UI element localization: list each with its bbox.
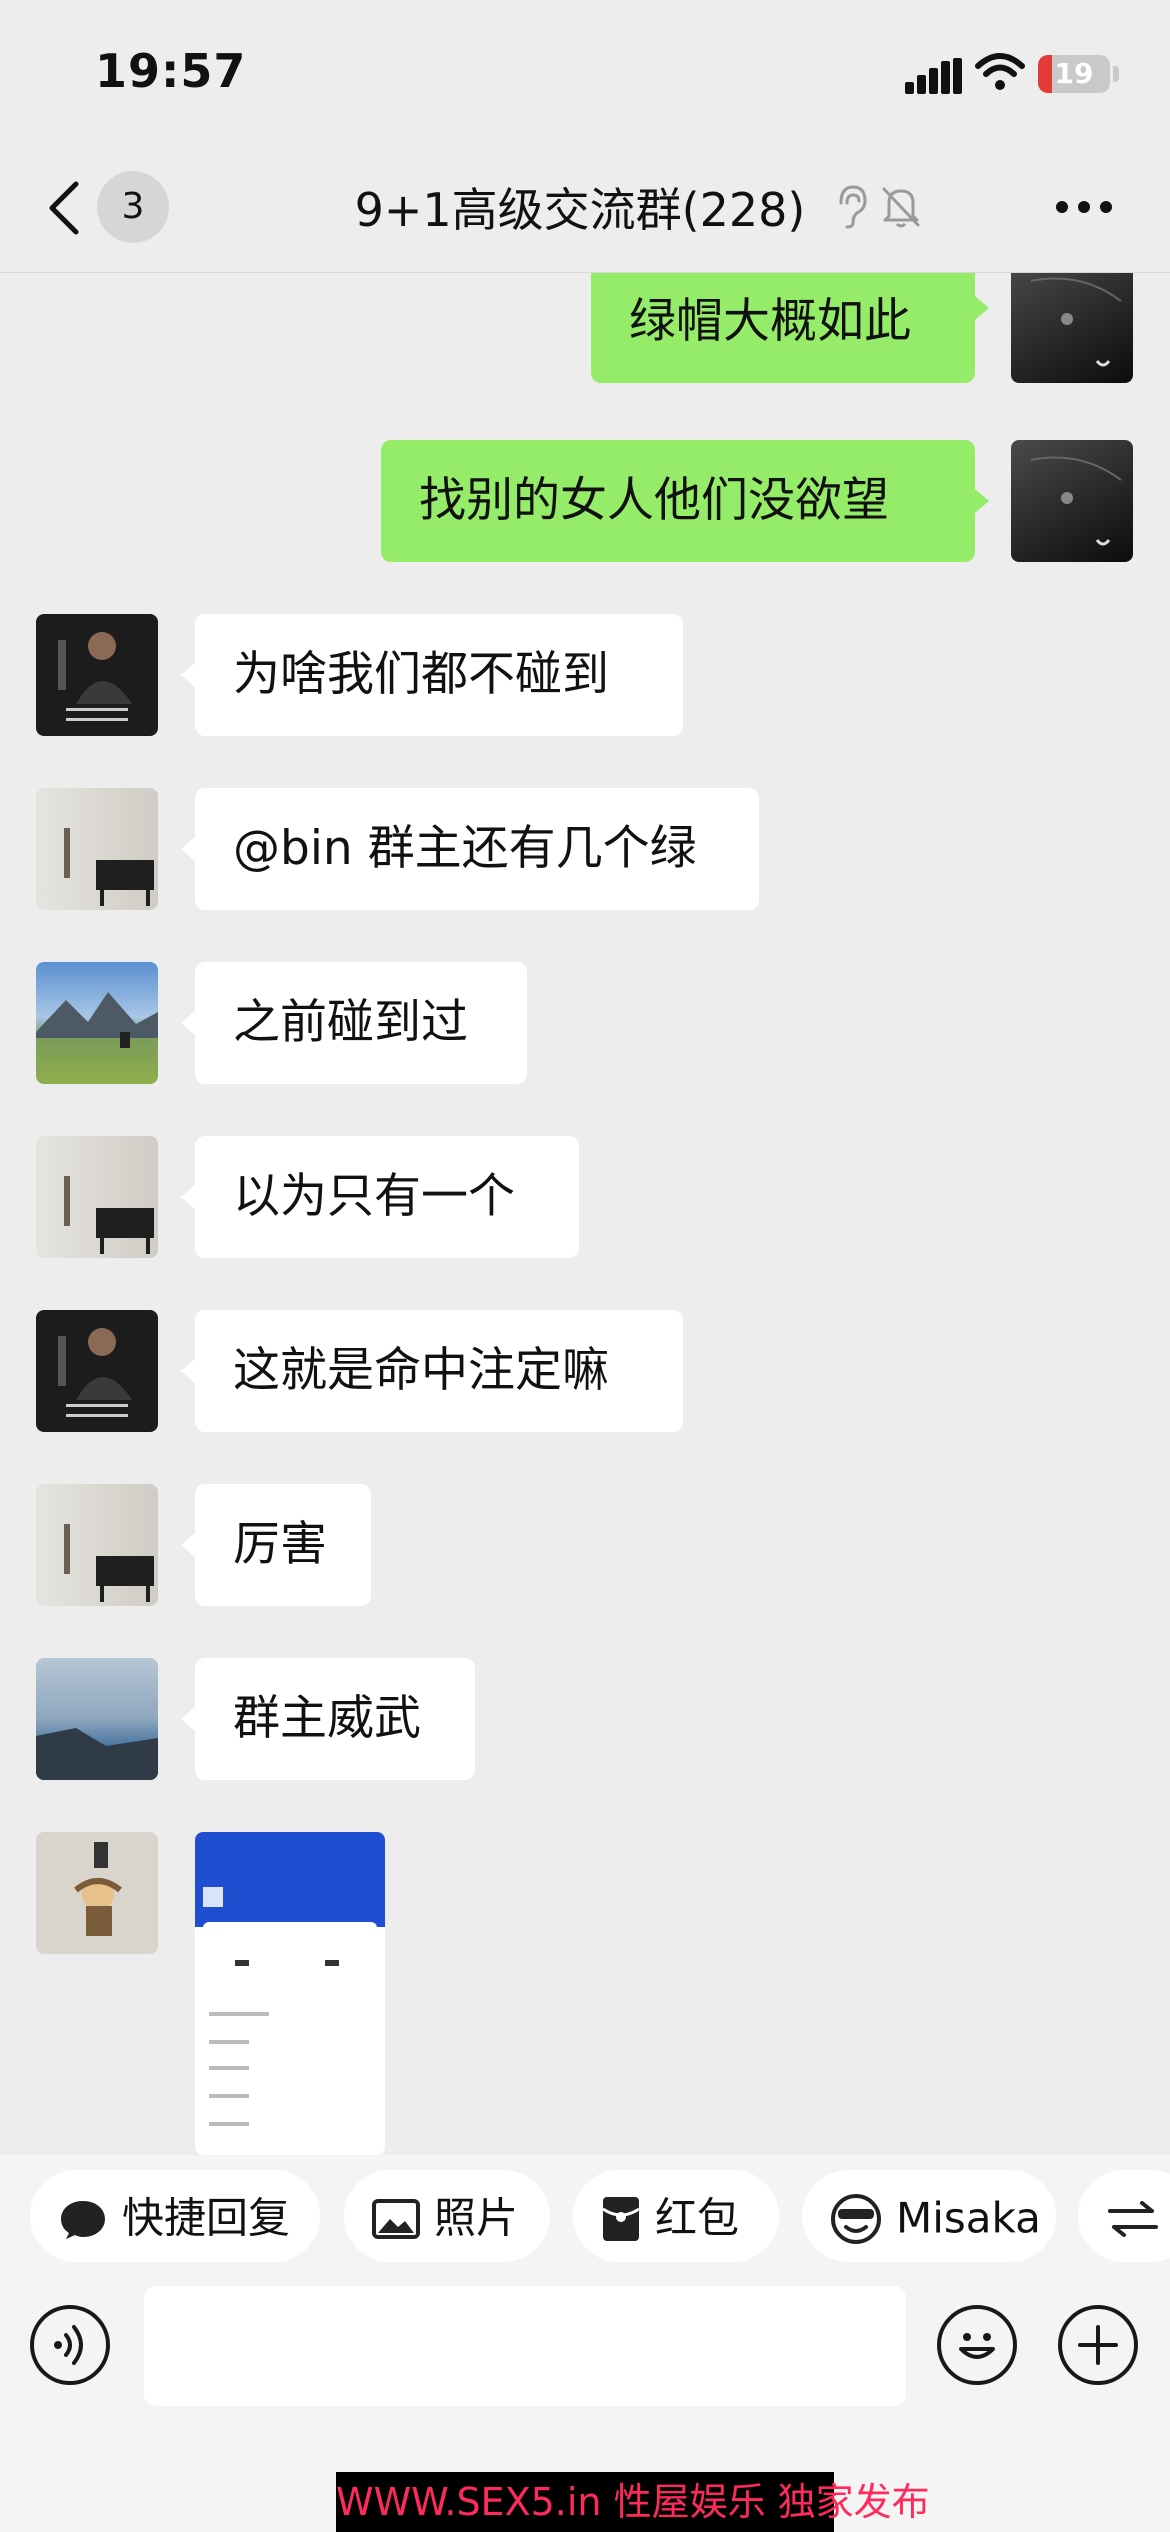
red-packet-label: 红包 [655, 2193, 740, 2243]
misaka-label: Misaka [896, 2193, 1041, 2243]
watermark-slogan: 性屋娱乐 独家发布 [613, 2480, 930, 2524]
switch-chip[interactable] [1078, 2170, 1170, 2262]
quick-reply-label: 快捷回复 [122, 2193, 291, 2243]
bubble-tail [181, 1707, 195, 1731]
watermark-banner: WWW.SEX5.in 性屋娱乐 独家发布 [336, 2472, 930, 2532]
misaka-chip[interactable]: Misaka [802, 2170, 1056, 2262]
message-row: 群主威武 [0, 1658, 1170, 1780]
quick-reply-chip[interactable]: 快捷回复 [30, 2170, 320, 2262]
battery-indicator: 19 [1038, 55, 1110, 93]
message-row: 为啥我们都不碰到 [0, 614, 1170, 736]
message-bubble-other[interactable]: @bin 群主还有几个绿 [195, 788, 759, 910]
message-bubble-mine[interactable]: 找别的女人他们没欲望 [381, 440, 975, 562]
bubble-tail [975, 489, 989, 513]
photo-icon [372, 2198, 420, 2239]
sender-avatar[interactable] [36, 962, 158, 1084]
red-packet-icon [602, 2196, 640, 2241]
back-chevron-icon[interactable] [44, 178, 84, 238]
unread-count-badge[interactable]: 3 [97, 171, 169, 243]
photo-chip[interactable]: 照片 [344, 2170, 550, 2262]
chat-title[interactable]: 9+1高级交流群(228) [280, 175, 880, 245]
message-bubble-mine[interactable]: 绿帽大概如此 [591, 273, 975, 383]
message-bubble-other[interactable]: 厉害 [195, 1484, 371, 1606]
sender-avatar[interactable] [36, 1136, 158, 1258]
sender-avatar[interactable] [36, 614, 158, 736]
message-bubble-other[interactable]: 群主威武 [195, 1658, 475, 1780]
my-avatar[interactable] [1011, 440, 1133, 562]
wifi-icon [975, 53, 1025, 90]
battery-level: 19 [1054, 57, 1094, 90]
status-time: 19:57 [95, 44, 247, 98]
image-message-thumbnail[interactable] [195, 1832, 385, 2155]
red-packet-chip[interactable]: 红包 [573, 2170, 779, 2262]
sender-avatar[interactable] [36, 1832, 158, 1954]
bubble-tail [181, 1359, 195, 1383]
message-row: 这就是命中注定嘛 [0, 1310, 1170, 1432]
sender-avatar[interactable] [36, 1310, 158, 1432]
cellular-signal-icon [905, 58, 962, 94]
plus-icon [1078, 2325, 1118, 2365]
battery-tip [1113, 66, 1119, 82]
photo-label: 照片 [434, 2193, 519, 2243]
bubble-tail [975, 296, 989, 320]
chat-bubble-icon [61, 2200, 105, 2239]
voice-icon [54, 2325, 83, 2365]
bubble-tail [181, 837, 195, 861]
watermark-site: WWW.SEX5.in [336, 2480, 602, 2524]
message-row: 之前碰到过 [0, 962, 1170, 1084]
bubble-tail [181, 1533, 195, 1557]
message-row [0, 1832, 1170, 2155]
more-functions-button[interactable] [1058, 2305, 1138, 2385]
sender-avatar[interactable] [36, 788, 158, 910]
voice-button[interactable] [30, 2305, 110, 2385]
muted-bell-icon [882, 187, 920, 228]
emoji-button[interactable] [937, 2305, 1017, 2385]
message-row: 找别的女人他们没欲望 [0, 440, 1170, 562]
message-bubble-other[interactable]: 之前碰到过 [195, 962, 527, 1084]
message-row: 以为只有一个 [0, 1136, 1170, 1258]
earpiece-icon [839, 185, 867, 229]
sunglasses-face-icon [831, 2193, 881, 2244]
message-bubble-other[interactable]: 以为只有一个 [195, 1136, 579, 1258]
message-bubble-other[interactable]: 为啥我们都不碰到 [195, 614, 683, 736]
message-list[interactable]: 绿帽大概如此 找别的女人他们没欲望 为啥我们都不碰到 @bin 群主还有几个绿 [0, 273, 1170, 2155]
message-row: 厉害 [0, 1484, 1170, 1606]
message-row: 绿帽大概如此 [0, 273, 1170, 383]
sender-avatar[interactable] [36, 1484, 158, 1606]
bubble-tail [181, 1011, 195, 1035]
sender-avatar[interactable] [36, 1658, 158, 1780]
more-icon[interactable] [1054, 196, 1114, 218]
bubble-tail [181, 663, 195, 687]
emoji-icon [959, 2333, 995, 2359]
switch-arrows-icon [1108, 2200, 1158, 2237]
message-row: @bin 群主还有几个绿 [0, 788, 1170, 910]
message-input[interactable] [144, 2286, 906, 2406]
bubble-tail [181, 1185, 195, 1209]
my-avatar[interactable] [1011, 273, 1133, 383]
message-bubble-other[interactable]: 这就是命中注定嘛 [195, 1310, 683, 1432]
